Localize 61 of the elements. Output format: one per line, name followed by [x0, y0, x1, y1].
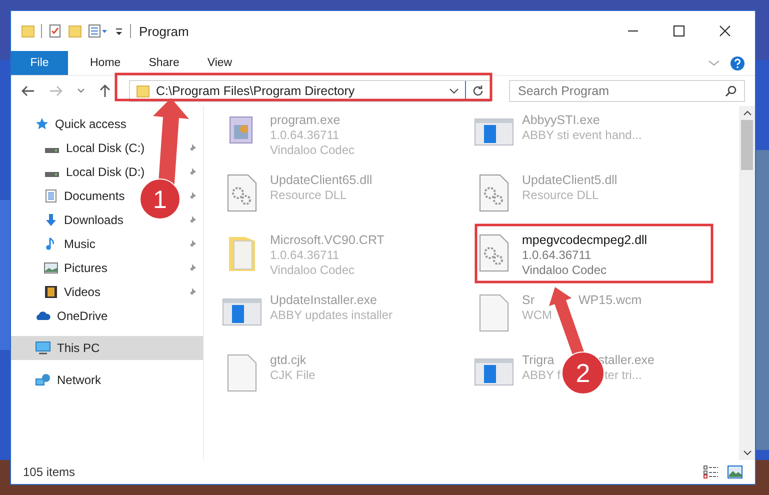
scroll-down-icon[interactable]: [742, 450, 752, 456]
file-detail: ter tri...: [604, 368, 642, 383]
star-icon: [35, 117, 49, 131]
scrollbar[interactable]: [739, 106, 755, 460]
sidebar-item[interactable]: Documents: [44, 184, 125, 208]
computer-icon: [35, 341, 51, 355]
window-title: Program: [139, 24, 190, 38]
ribbon-tab[interactable]: File: [11, 51, 68, 75]
up-arrow-icon[interactable]: [99, 84, 111, 98]
back-arrow-icon[interactable]: [21, 85, 35, 97]
file-detail: 1.0.64.36711: [522, 248, 592, 263]
file-detail: 1.0.64.36711: [270, 128, 340, 143]
folder-icon: [136, 84, 150, 98]
close-icon[interactable]: [719, 25, 731, 37]
sidebar-item[interactable]: This PC: [11, 336, 203, 360]
download-icon: [44, 213, 58, 227]
sidebar-item[interactable]: Videos: [44, 280, 100, 304]
recent-caret-icon[interactable]: [77, 88, 85, 94]
scroll-up-icon[interactable]: [742, 110, 752, 116]
ribbon-tab[interactable]: View: [193, 51, 246, 75]
cloud-icon: [35, 310, 51, 322]
network-icon: [35, 373, 51, 387]
film-icon: [44, 285, 58, 299]
refresh-icon[interactable]: [472, 85, 484, 97]
file-detail: ABBY f: [522, 368, 560, 383]
sidebar-item[interactable]: Network: [11, 368, 203, 392]
file-detail: 1.0.64.36711: [270, 248, 340, 263]
sidebar-item[interactable]: Music: [44, 232, 96, 256]
scroll-thumb[interactable]: [741, 120, 753, 170]
sidebar-item[interactable]: Downloads: [44, 208, 124, 232]
sidebar-item[interactable]: Local Disk (C:): [44, 136, 145, 160]
dropdown-caret-icon[interactable]: [449, 87, 459, 95]
file-detail: Resource DLL: [270, 188, 347, 203]
properties-icon[interactable]: [48, 24, 62, 38]
maximize-icon[interactable]: [673, 25, 685, 37]
file-detail: CJK File: [270, 368, 316, 383]
file-detail: Resource DLL: [522, 188, 599, 203]
callout-badge: 1: [140, 178, 180, 220]
file-detail: Vindaloo Codec: [270, 143, 355, 158]
ribbon-tab[interactable]: Share: [134, 51, 194, 75]
document-icon: [44, 189, 58, 203]
image-icon: [44, 262, 58, 274]
file-name[interactable]: mpegvcodecmpeg2.dll: [522, 233, 648, 248]
sidebar-item[interactable]: OneDrive: [11, 304, 203, 328]
sidebar-item[interactable]: Pictures: [44, 256, 108, 280]
sidebar-item[interactable]: Quick access: [11, 112, 203, 136]
file-detail: ABBY sti event hand...: [522, 128, 642, 143]
file-detail: WCM: [522, 308, 552, 323]
search-field[interactable]: Search Program: [509, 80, 745, 102]
address-bar[interactable]: C:\Program Files\Program Directory: [129, 80, 491, 102]
file-detail: ABBY updates installer: [270, 308, 393, 323]
file-detail: Vindaloo Codec: [522, 263, 607, 278]
chevron-icon[interactable]: [708, 58, 720, 68]
help-icon[interactable]: [730, 56, 745, 70]
thumbnail-view-icon[interactable]: [727, 465, 743, 479]
item-count: 105 items: [23, 465, 76, 479]
file-detail: Vindaloo Codec: [270, 263, 355, 278]
ribbon-tab[interactable]: Home: [76, 51, 135, 75]
details-view-icon[interactable]: [703, 465, 719, 479]
address-path: C:\Program Files\Program Directory: [156, 84, 356, 98]
view-menu-icon[interactable]: [88, 24, 108, 38]
